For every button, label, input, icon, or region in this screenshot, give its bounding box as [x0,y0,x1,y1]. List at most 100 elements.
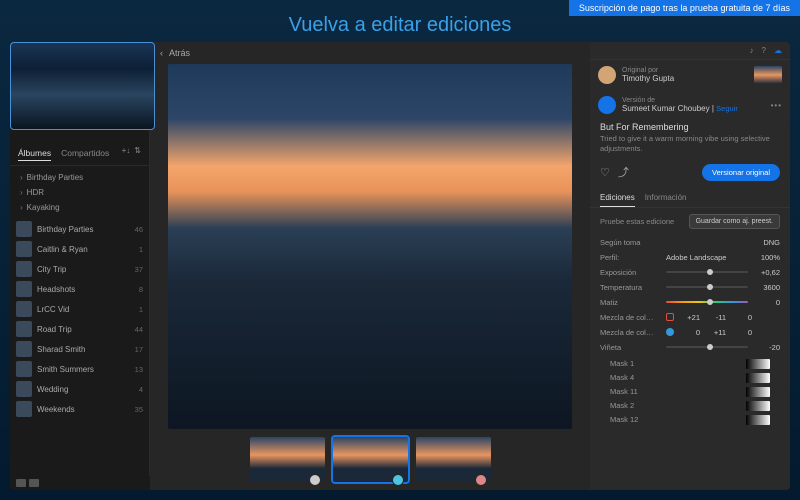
vignette-label: Viñeta [600,343,660,352]
profile-value[interactable]: Adobe Landscape [666,253,748,262]
album-thumb [16,321,32,337]
folder-item[interactable]: Kayaking [10,200,149,215]
preset-label: Pruebe estas edicione [600,217,683,226]
subscription-banner: Suscripción de pago tras la prueba gratu… [569,0,800,16]
version-thumb[interactable] [416,437,491,482]
album-count: 1 [139,245,143,254]
add-icon[interactable]: +↓ [122,146,131,161]
mix-val: 0 [732,313,752,322]
album-count: 17 [135,345,143,354]
like-icon[interactable]: ♡ [600,166,610,179]
mask-row[interactable]: Mask 11 [610,385,770,399]
more-icon[interactable]: ••• [771,101,782,110]
album-count: 44 [135,325,143,334]
folder-tree: Birthday Parties HDR Kayaking [10,166,149,219]
color-swatch-red[interactable] [666,313,674,321]
mask-thumb [746,387,770,397]
profile-pct: 100% [754,253,780,262]
folder-item[interactable]: Birthday Parties [10,170,149,185]
bell-icon[interactable]: ♪ [750,46,754,55]
album-name: Sharad Smith [37,345,130,354]
mask-label: Mask 12 [610,415,746,424]
follow-link[interactable]: Seguir [716,104,738,113]
version-thumbnails [150,429,590,490]
tint-slider[interactable] [666,301,748,303]
album-count: 1 [139,305,143,314]
mask-thumb [746,373,770,383]
version-author-row: Versión de Sumeet Kumar Choubey | Seguir… [590,90,790,120]
vignette-slider[interactable] [666,346,748,348]
avatar-icon [392,474,404,486]
list-item[interactable]: Smith Summers13 [10,359,149,379]
album-name: LrCC Vid [37,305,134,314]
list-item[interactable]: City Trip 37 [10,259,149,279]
color-swatch-blue[interactable] [666,328,674,336]
mask-row[interactable]: Mask 4 [610,371,770,385]
mask-row[interactable]: Mask 2 [610,399,770,413]
sidebar-tabs: Álbumes Compartidos +↓ ⇅ [10,142,149,166]
profile-label: Perfil: [600,253,660,262]
slider-value: +0,62 [754,268,780,277]
list-item[interactable]: Birthday Parties46 [10,219,149,239]
avatar-icon [309,474,321,486]
album-name: Smith Summers [37,365,130,374]
slider-value: 3600 [754,283,780,292]
share-icon[interactable]: ⤴ [618,164,629,180]
tab-shared[interactable]: Compartidos [61,146,109,161]
list-item[interactable]: Sharad Smith 17 [10,339,149,359]
mask-label: Mask 2 [610,401,746,410]
album-count: 8 [139,285,143,294]
back-arrow-icon[interactable]: ‹ [160,48,163,58]
mask-thumb [746,415,770,425]
mask-row[interactable]: Mask 1 [610,357,770,371]
album-name: Weekends [37,405,130,414]
exposure-slider[interactable] [666,271,748,273]
mask-label: Mask 1 [610,359,746,368]
mask-row[interactable]: Mask 12 [610,413,770,427]
album-count: 46 [135,225,143,234]
main-photo[interactable] [168,64,572,429]
tab-albums[interactable]: Álbumes [18,146,51,161]
preset-row: Pruebe estas edicione Guardar como aj. p… [590,208,790,235]
tab-edits[interactable]: Ediciones [600,189,635,207]
view-switcher [10,476,150,490]
save-preset-button[interactable]: Guardar como aj. preest. [689,214,780,229]
avatar[interactable] [598,66,616,84]
action-row: ♡ ⤴ Versionar original [590,160,790,189]
list-item[interactable]: Caitlin & Ryan1 [10,239,149,259]
grid-view-icon[interactable] [16,479,26,487]
album-count: 37 [135,265,143,274]
tab-info[interactable]: Información [645,189,687,207]
version-title: But For Remembering [600,122,780,132]
main-area: ‹ Atrás [150,42,590,490]
help-icon[interactable]: ? [762,46,766,55]
panel-toolbar: ♪ ? ☁ [590,42,790,60]
version-thumb[interactable] [333,437,408,482]
slider-label: Temperatura [600,283,660,292]
album-count: 35 [135,405,143,414]
album-name: City Trip [37,265,130,274]
avatar-icon [475,474,487,486]
list-view-icon[interactable] [29,479,39,487]
filter-icon[interactable]: ⇅ [134,146,141,161]
avatar[interactable] [598,96,616,114]
cloud-icon[interactable]: ☁ [774,46,782,55]
list-item[interactable]: Weekends 35 [10,399,149,419]
list-item[interactable]: Road Trip44 [10,319,149,339]
version-thumb[interactable] [250,437,325,482]
list-item[interactable]: Wedding4 [10,379,149,399]
temperature-slider[interactable] [666,286,748,288]
shot-label: Según toma [600,238,660,247]
list-item[interactable]: LrCC Vid 1 [10,299,149,319]
mix-val: +11 [706,328,726,337]
back-label[interactable]: Atrás [169,48,190,58]
album-thumb [16,301,32,317]
slider-label: Exposición [600,268,660,277]
floating-preview-thumb[interactable] [10,42,155,130]
list-item[interactable]: Headshots8 [10,279,149,299]
folder-item[interactable]: HDR [10,185,149,200]
mix-val: 0 [732,328,752,337]
mix-val: 0 [680,328,700,337]
original-mini-thumb[interactable] [754,66,782,84]
version-original-button[interactable]: Versionar original [702,164,780,181]
